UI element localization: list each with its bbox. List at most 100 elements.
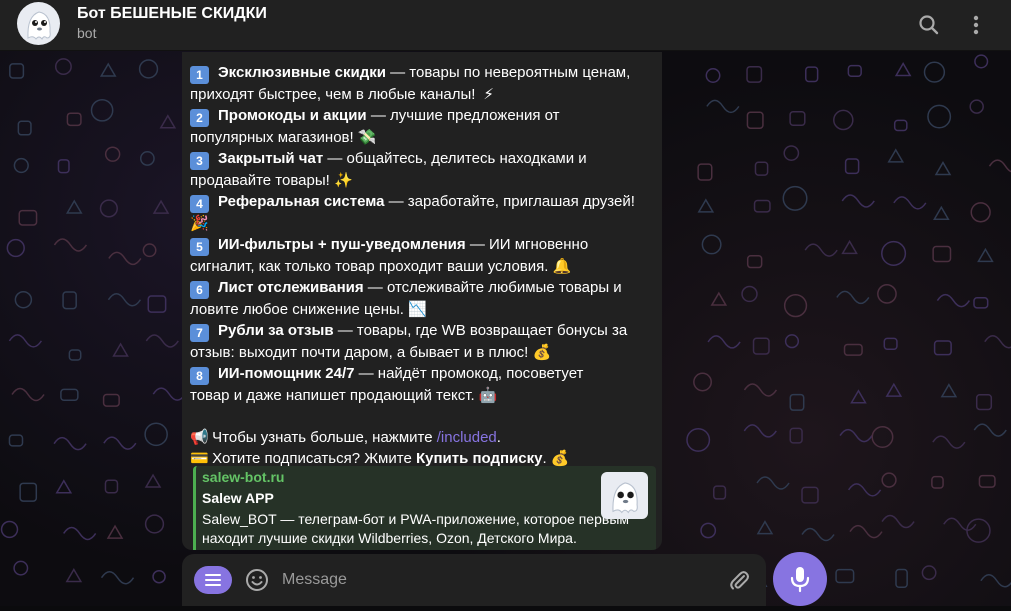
doodle-shape: [159, 114, 177, 129]
voice-record-button[interactable]: [773, 552, 827, 606]
doodle-shape: [152, 199, 170, 214]
more-button[interactable]: [963, 12, 989, 38]
keycap-6-icon: 6: [190, 281, 209, 299]
included-command-link[interactable]: /included: [437, 429, 497, 446]
feature-6-line: 6 Лист отслеживания — отслеживайте любимы…: [190, 277, 656, 299]
link-preview[interactable]: salew-bot.ru Salew APP Salew_BOT — телег…: [193, 466, 656, 550]
doodle-shape: [923, 61, 946, 83]
doodle-shape: [13, 157, 29, 174]
doodle-shape: [871, 426, 894, 449]
doodle-shape: [784, 334, 800, 349]
bell-emoji-icon: 🔔: [552, 258, 572, 275]
feature-title: Закрытый чат: [218, 150, 324, 167]
doodle-shape: [943, 517, 977, 531]
doodle-shape: [801, 486, 819, 504]
link-preview-description: Salew_BOT — телеграм-бот и PWA-приложени…: [202, 511, 629, 550]
doodle-shape: [885, 382, 903, 397]
doodle-shape: [713, 485, 727, 500]
doodle-shape: [850, 389, 867, 404]
party-emoji-icon: 🎉: [190, 215, 209, 232]
doodle-shape: [805, 66, 819, 83]
doodle-shape: [686, 427, 711, 452]
doodle-shape: [839, 428, 873, 443]
ghost-mascot-icon: [27, 11, 51, 40]
doodle-shape: [833, 109, 854, 131]
doodle-shape: [144, 514, 165, 534]
doodle-shape: [881, 472, 897, 488]
doodle-shape: [54, 58, 72, 76]
money-bag-emoji-icon: 💰: [532, 344, 552, 361]
doodle-shape: [841, 194, 875, 208]
doodle-shape: [743, 424, 777, 438]
doodle-shape: [17, 120, 32, 136]
doodle-shape: [152, 569, 166, 584]
doodle-shape: [932, 435, 966, 449]
doodle-shape: [975, 393, 993, 411]
doodle-shape: [932, 245, 952, 263]
doodle-shape: [103, 436, 137, 450]
paperclip-icon: [730, 571, 749, 590]
doodle-shape: [65, 199, 83, 214]
message-input[interactable]: [282, 566, 712, 594]
doodle-shape: [741, 285, 758, 303]
doodle-shape: [107, 293, 142, 307]
avatar[interactable]: [17, 2, 60, 45]
doodle-shape: [841, 239, 858, 255]
doodle-shape: [57, 159, 70, 174]
doodle-shape: [894, 62, 912, 77]
doodle-shape: [782, 185, 808, 211]
message-text: 1 Эксклюзивные скидки — товары по невероя…: [190, 62, 656, 469]
keycap-2-icon: 2: [190, 109, 209, 127]
doodle-shape: [849, 524, 883, 539]
doodle-shape: [970, 202, 991, 223]
doodle-shape: [108, 251, 142, 266]
megaphone-emoji-icon: 📢: [190, 429, 209, 446]
doodle-shape: [887, 148, 905, 163]
doodle-shape: [789, 111, 806, 127]
doodle-shape: [977, 247, 994, 263]
keycap-3-icon: 3: [190, 152, 209, 170]
buy-subscription-text: Купить подписку: [415, 450, 543, 467]
keycap-5-icon: 5: [190, 238, 209, 256]
doodle-shape: [847, 64, 862, 78]
doodle-shape: [697, 198, 715, 213]
robot-emoji-icon: 🤖: [478, 387, 498, 404]
lightning-emoji-icon: ⚡: [483, 86, 494, 103]
chat-title[interactable]: Бот БЕШЕНЫЕ СКИДКИ: [77, 5, 267, 23]
ghost-mascot-icon: [612, 482, 638, 514]
sparkles-emoji-icon: ✨: [333, 172, 353, 189]
doodle-shape: [921, 565, 937, 581]
doodle-shape: [60, 388, 79, 401]
doodle-shape: [752, 337, 770, 355]
doodle-shape: [931, 475, 944, 489]
feature-title: ИИ-фильтры + пуш-уведомления: [218, 236, 466, 253]
doodle-shape: [701, 234, 722, 255]
doodle-shape: [14, 290, 33, 309]
doodle-shape: [8, 334, 43, 348]
chat-header: Бот БЕШЕНЫЕ СКИДКИ bot: [0, 0, 1011, 51]
emoji-button[interactable]: [244, 567, 270, 593]
doodle-shape: [8, 434, 24, 447]
doodle-shape: [835, 568, 855, 584]
message-composer: [182, 554, 766, 606]
message-bubble[interactable]: 1 Эксклюзивные скидки — товары по невероя…: [182, 52, 662, 550]
chart-down-emoji-icon: 📉: [408, 301, 427, 318]
bot-menu-button[interactable]: [194, 566, 232, 594]
doodle-shape: [940, 383, 958, 398]
doodle-shape: [700, 522, 717, 539]
doodle-shape: [789, 393, 805, 411]
attach-button[interactable]: [726, 567, 752, 593]
doodle-shape: [62, 291, 77, 310]
doodle-shape: [106, 524, 124, 539]
feature-title: Промокоды и акции: [218, 107, 367, 124]
doodle-shape: [789, 427, 803, 444]
doodle-shape: [881, 240, 907, 266]
doodle-shape: [104, 146, 121, 162]
doodle-shape: [0, 520, 19, 539]
doodle-shape: [99, 199, 118, 218]
doodle-shape: [746, 65, 763, 83]
search-button[interactable]: [916, 12, 942, 38]
smile-icon: [246, 569, 268, 591]
feature-8-line: 8 ИИ-помощник 24/7 — найдёт промокод, пос…: [190, 363, 656, 385]
doodle-shape: [936, 293, 971, 308]
